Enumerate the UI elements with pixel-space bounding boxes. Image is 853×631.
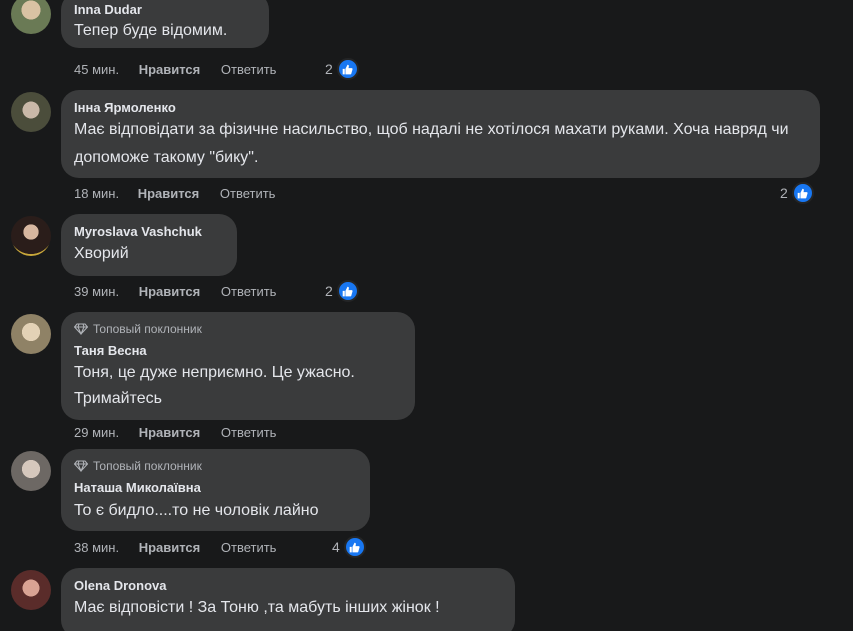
like-button[interactable]: Нравится <box>139 62 201 78</box>
reply-button[interactable]: Ответить <box>221 425 277 441</box>
comment-text: Тоня, це дуже неприємно. Це ужасно. Трим… <box>74 364 355 407</box>
comment-actions: 38 мин. Нравится Ответить <box>74 540 276 556</box>
comment-author[interactable]: Myroslava Vashchuk <box>74 224 225 240</box>
reaction-count[interactable]: 2 <box>780 182 814 204</box>
comment-actions: 45 мин. Нравится Ответить <box>74 62 276 78</box>
reply-button[interactable]: Ответить <box>221 62 277 78</box>
reaction-count[interactable]: 2 <box>325 58 359 80</box>
comment-time[interactable]: 39 мин. <box>74 284 119 300</box>
like-icon <box>791 182 814 204</box>
like-button[interactable]: Нравится <box>139 425 201 441</box>
avatar[interactable] <box>11 0 51 34</box>
top-fan-label: Топовый поклонник <box>93 322 202 336</box>
comment-bubble: Інна Ярмоленко Має відповідати за фізичн… <box>61 90 820 178</box>
comment-text: Хворий <box>74 245 129 262</box>
comment-text: Має відповідати за фізичне насильство, щ… <box>74 121 789 166</box>
avatar[interactable] <box>11 451 51 491</box>
avatar[interactable] <box>11 314 51 354</box>
reply-button[interactable]: Ответить <box>221 284 277 300</box>
top-fan-badge: Топовый поклонник <box>74 321 403 337</box>
diamond-icon <box>74 323 88 335</box>
reaction-count[interactable]: 2 <box>325 280 359 302</box>
comment-actions: 39 мин. Нравится Ответить <box>74 284 276 300</box>
comment-time[interactable]: 18 мин. <box>74 186 119 202</box>
comment-bubble: Топовый поклонник Таня Весна Тоня, це ду… <box>61 312 415 420</box>
reaction-count-label: 2 <box>780 185 788 201</box>
like-icon <box>343 536 366 558</box>
avatar[interactable] <box>11 92 51 132</box>
comment-author[interactable]: Inna Dudar <box>74 2 257 18</box>
avatar[interactable] <box>11 216 51 256</box>
like-icon <box>336 280 359 302</box>
top-fan-label: Топовый поклонник <box>93 459 202 473</box>
comment-bubble: Топовый поклонник Наташа Миколаївна То є… <box>61 449 370 531</box>
comment-text: То є бидло....то не чоловік лайно <box>74 502 319 519</box>
reaction-count-label: 4 <box>332 539 340 555</box>
comment-time[interactable]: 38 мин. <box>74 540 119 556</box>
like-button[interactable]: Нравится <box>139 284 201 300</box>
top-fan-badge: Топовый поклонник <box>74 458 358 474</box>
reaction-count-label: 2 <box>325 283 333 299</box>
comment-author[interactable]: Таня Весна <box>74 343 403 359</box>
reaction-count[interactable]: 4 <box>332 536 366 558</box>
comment-text: Має відповісти ! За Тоню ,та мабуть інши… <box>74 599 440 616</box>
reply-button[interactable]: Ответить <box>221 540 277 556</box>
comment-actions: 18 мин. Нравится Ответить <box>74 186 275 202</box>
comment-bubble: Olena Dronova Має відповісти ! За Тоню ,… <box>61 568 515 631</box>
diamond-icon <box>74 460 88 472</box>
like-button[interactable]: Нравится <box>139 540 201 556</box>
comment-bubble: Inna Dudar Тепер буде відомим. <box>61 0 269 48</box>
reply-button[interactable]: Ответить <box>220 186 276 202</box>
comment-author[interactable]: Olena Dronova <box>74 578 503 594</box>
like-icon <box>336 58 359 80</box>
comment-time[interactable]: 29 мин. <box>74 425 119 441</box>
comment-time[interactable]: 45 мин. <box>74 62 119 78</box>
like-button[interactable]: Нравится <box>138 186 200 202</box>
comment-text: Тепер буде відомим. <box>74 22 228 39</box>
comment-bubble: Myroslava Vashchuk Хворий <box>61 214 237 276</box>
avatar[interactable] <box>11 570 51 610</box>
comment-author[interactable]: Наташа Миколаївна <box>74 480 358 496</box>
comment-actions: 29 мин. Нравится Ответить <box>74 425 276 441</box>
comment-author[interactable]: Інна Ярмоленко <box>74 100 808 116</box>
comments-list: Inna Dudar Тепер буде відомим. 45 мин. Н… <box>0 0 853 631</box>
reaction-count-label: 2 <box>325 61 333 77</box>
